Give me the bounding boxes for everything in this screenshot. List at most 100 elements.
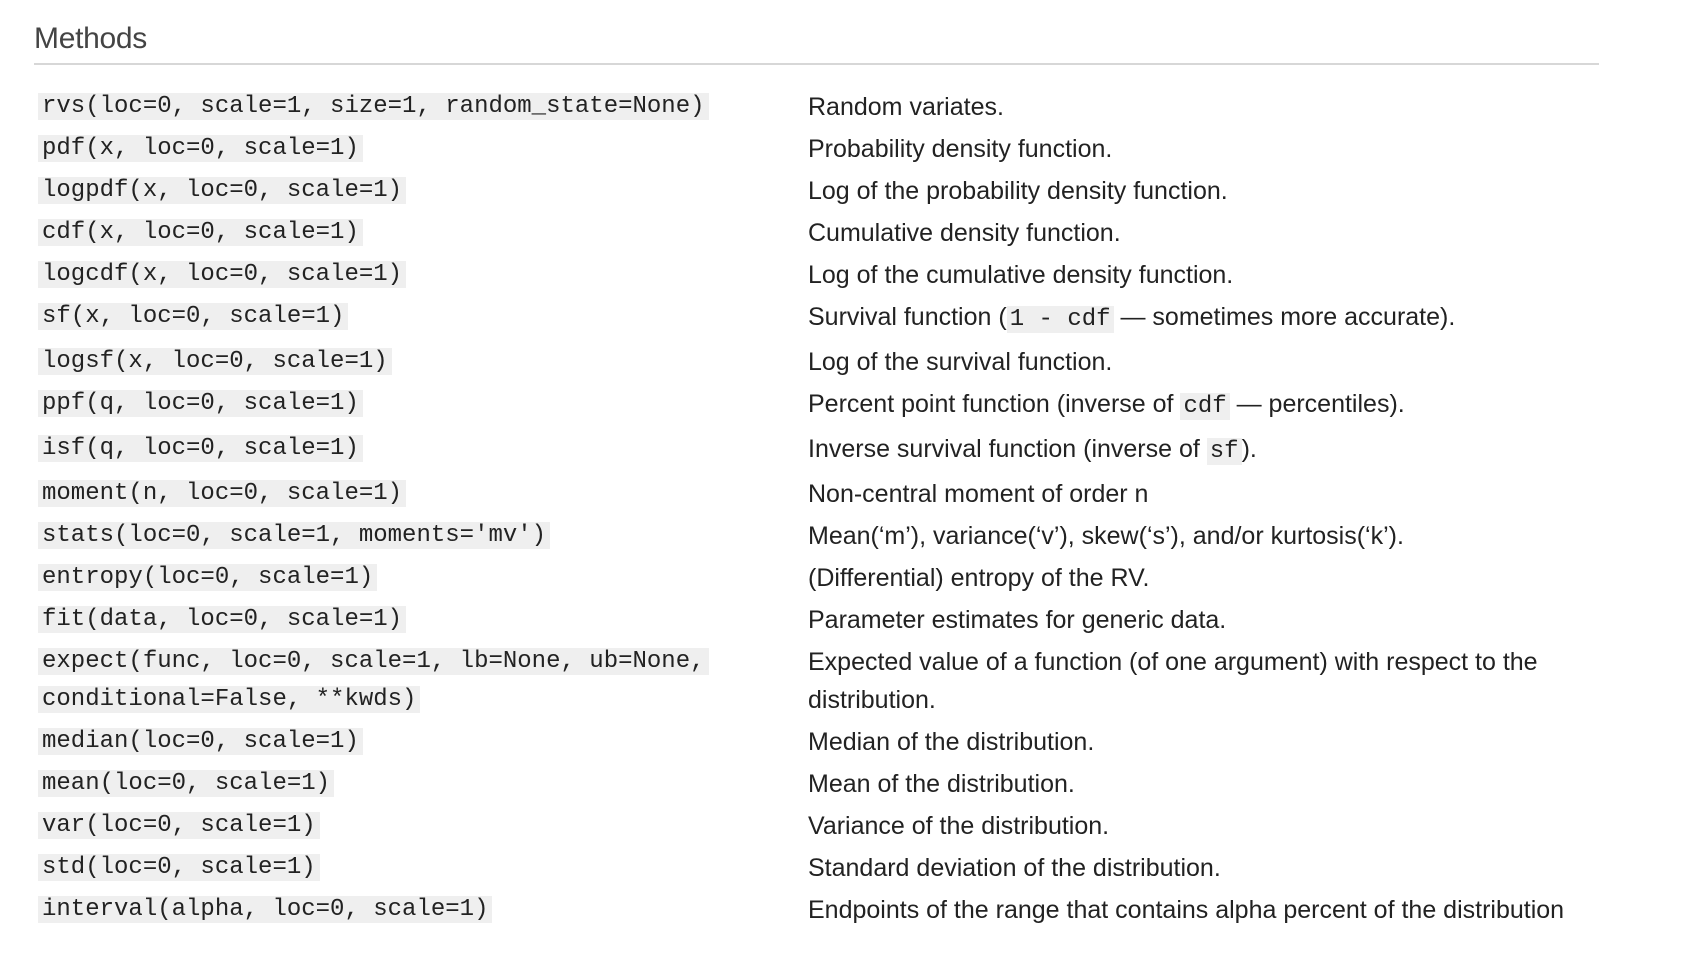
method-signature: expect(func, loc=0, scale=1, lb=None, ub… (38, 648, 709, 713)
method-row: entropy(loc=0, scale=1) (Differential) en… (38, 559, 1598, 601)
method-signature: pdf(x, loc=0, scale=1) (38, 135, 363, 162)
method-description: Endpoints of the range that contains alp… (808, 891, 1598, 933)
section-title: Methods (34, 22, 147, 55)
description-text: Mean of the distribution. (808, 770, 1075, 798)
method-signature-cell: logpdf(x, loc=0, scale=1) (38, 172, 808, 214)
method-row: mean(loc=0, scale=1) Mean of the distribu… (38, 765, 1598, 807)
section-divider (34, 63, 1599, 65)
description-text: (Differential) entropy of the RV. (808, 564, 1150, 592)
description-text: Log of the probability density function. (808, 177, 1228, 205)
description-text: Survival function ( (808, 303, 1007, 331)
method-signature: entropy(loc=0, scale=1) (38, 564, 378, 591)
method-signature: stats(loc=0, scale=1, moments='mv') (38, 522, 551, 549)
method-description: Parameter estimates for generic data. (808, 601, 1598, 643)
method-row: logsf(x, loc=0, scale=1) Log of the survi… (38, 343, 1598, 385)
description-text: — sometimes more accurate). (1113, 303, 1456, 331)
method-signature-cell: entropy(loc=0, scale=1) (38, 559, 808, 601)
method-signature-cell: cdf(x, loc=0, scale=1) (38, 214, 808, 256)
method-signature: median(loc=0, scale=1) (38, 728, 363, 755)
method-signature: cdf(x, loc=0, scale=1) (38, 219, 363, 246)
method-signature-cell: moment(n, loc=0, scale=1) (38, 475, 808, 517)
method-signature-cell: logcdf(x, loc=0, scale=1) (38, 256, 808, 298)
method-row: moment(n, loc=0, scale=1) Non-central mom… (38, 475, 1598, 517)
method-signature: moment(n, loc=0, scale=1) (38, 480, 407, 507)
description-text: Cumulative density function. (808, 219, 1121, 247)
method-description: Survival function (1 - cdf — sometimes m… (808, 298, 1598, 343)
method-row: pdf(x, loc=0, scale=1) Probability densit… (38, 130, 1598, 172)
description-text: Endpoints of the range that contains alp… (808, 896, 1565, 924)
method-signature: logpdf(x, loc=0, scale=1) (38, 177, 407, 204)
method-description: Log of the probability density function. (808, 172, 1598, 214)
description-text: Inverse survival function (inverse of (808, 435, 1207, 463)
method-signature-cell: ppf(q, loc=0, scale=1) (38, 385, 808, 430)
method-row: rvs(loc=0, scale=1, size=1, random_state… (38, 88, 1598, 130)
methods-section: Methods rvs(loc=0, scale=1, size=1, rand… (0, 0, 1684, 974)
description-text: Mean(‘m’), variance(‘v’), skew(‘s’), and… (808, 522, 1404, 550)
method-description: Non-central moment of order n (808, 475, 1598, 517)
method-description: Mean of the distribution. (808, 765, 1598, 807)
method-signature-cell: logsf(x, loc=0, scale=1) (38, 343, 808, 385)
description-text: Log of the cumulative density function. (808, 261, 1234, 289)
method-signature-cell: fit(data, loc=0, scale=1) (38, 601, 808, 643)
method-description: Median of the distribution. (808, 723, 1598, 765)
method-row: ppf(q, loc=0, scale=1) Percent point func… (38, 385, 1598, 430)
method-description: Standard deviation of the distribution. (808, 849, 1598, 891)
method-description: Cumulative density function. (808, 214, 1598, 256)
method-row: isf(q, loc=0, scale=1) Inverse survival f… (38, 430, 1598, 475)
description-text: Log of the survival function. (808, 348, 1113, 376)
method-signature-cell: var(loc=0, scale=1) (38, 807, 808, 849)
method-row: logcdf(x, loc=0, scale=1) Log of the cumu… (38, 256, 1598, 298)
method-row: expect(func, loc=0, scale=1, lb=None, ub… (38, 643, 1598, 723)
description-text: Median of the distribution. (808, 728, 1095, 756)
description-text: — percentiles). (1229, 390, 1405, 418)
method-signature: logsf(x, loc=0, scale=1) (38, 348, 392, 375)
method-signature-cell: median(loc=0, scale=1) (38, 723, 808, 765)
method-description: Percent point function (inverse of cdf —… (808, 385, 1598, 430)
method-description: Expected value of a function (of one arg… (808, 643, 1598, 723)
method-signature: rvs(loc=0, scale=1, size=1, random_state… (38, 93, 709, 120)
method-description: Variance of the distribution. (808, 807, 1598, 849)
method-signature: sf(x, loc=0, scale=1) (38, 303, 349, 330)
method-signature: mean(loc=0, scale=1) (38, 770, 335, 797)
method-signature: fit(data, loc=0, scale=1) (38, 606, 407, 633)
method-signature: logcdf(x, loc=0, scale=1) (38, 261, 407, 288)
method-row: logpdf(x, loc=0, scale=1) Log of the prob… (38, 172, 1598, 214)
description-text: Probability density function. (808, 135, 1113, 163)
methods-table-body: rvs(loc=0, scale=1, size=1, random_state… (38, 88, 1598, 933)
method-signature: std(loc=0, scale=1) (38, 854, 320, 881)
description-text: Variance of the distribution. (808, 812, 1110, 840)
method-description: Inverse survival function (inverse of sf… (808, 430, 1598, 475)
methods-table: rvs(loc=0, scale=1, size=1, random_state… (38, 88, 1598, 933)
description-text: Expected value of a function (of one arg… (808, 648, 1538, 714)
method-signature-cell: std(loc=0, scale=1) (38, 849, 808, 891)
method-signature-cell: isf(q, loc=0, scale=1) (38, 430, 808, 475)
method-signature-cell: interval(alpha, loc=0, scale=1) (38, 891, 808, 933)
method-signature-cell: stats(loc=0, scale=1, moments='mv') (38, 517, 808, 559)
description-text: ). (1241, 435, 1257, 463)
description-text: Percent point function (inverse of (808, 390, 1181, 418)
inline-code: sf (1206, 438, 1242, 465)
method-signature-cell: sf(x, loc=0, scale=1) (38, 298, 808, 343)
method-description: Log of the cumulative density function. (808, 256, 1598, 298)
method-description: Probability density function. (808, 130, 1598, 172)
method-description: Random variates. (808, 88, 1598, 130)
method-description: Mean(‘m’), variance(‘v’), skew(‘s’), and… (808, 517, 1598, 559)
method-signature: ppf(q, loc=0, scale=1) (38, 390, 363, 417)
description-text: Parameter estimates for generic data. (808, 606, 1227, 634)
method-row: sf(x, loc=0, scale=1) Survival function (… (38, 298, 1598, 343)
method-signature-cell: pdf(x, loc=0, scale=1) (38, 130, 808, 172)
description-text: Non-central moment of order n (808, 480, 1149, 508)
method-row: var(loc=0, scale=1) Variance of the distr… (38, 807, 1598, 849)
description-text: Standard deviation of the distribution. (808, 854, 1221, 882)
method-row: median(loc=0, scale=1) Median of the dist… (38, 723, 1598, 765)
method-signature-cell: mean(loc=0, scale=1) (38, 765, 808, 807)
inline-code: 1 - cdf (1006, 306, 1114, 333)
method-description: Log of the survival function. (808, 343, 1598, 385)
method-row: interval(alpha, loc=0, scale=1) Endpoints… (38, 891, 1598, 933)
method-signature-cell: rvs(loc=0, scale=1, size=1, random_state… (38, 88, 808, 130)
method-row: cdf(x, loc=0, scale=1) Cumulative density… (38, 214, 1598, 256)
method-row: fit(data, loc=0, scale=1) Parameter estim… (38, 601, 1598, 643)
method-row: stats(loc=0, scale=1, moments='mv') Mean(… (38, 517, 1598, 559)
inline-code: cdf (1180, 393, 1230, 420)
method-row: std(loc=0, scale=1) Standard deviation of… (38, 849, 1598, 891)
